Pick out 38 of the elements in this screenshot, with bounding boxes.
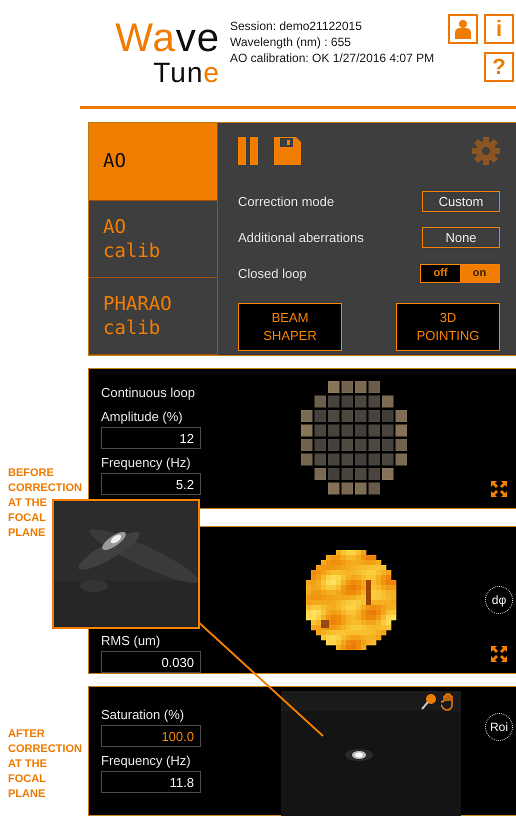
- field-label: Saturation (%): [101, 707, 184, 722]
- field-label: Frequency (Hz): [101, 455, 191, 470]
- input-field[interactable]: 11.8: [101, 771, 201, 793]
- session-info: AO calibration: OK 1/27/2016 4:07 PM: [230, 50, 436, 66]
- annotation-text: AFTER CORRECTION AT THE FOCAL PLANE: [8, 727, 80, 802]
- field-label: Amplitude (%): [101, 409, 183, 424]
- tab[interactable]: PHARAO calib: [89, 278, 218, 356]
- input-field[interactable]: 12: [101, 427, 201, 450]
- session-info: Wavelength (nm) : 655: [230, 34, 352, 50]
- expand-icon[interactable]: [490, 645, 508, 663]
- pause-icon[interactable]: [238, 137, 260, 166]
- field-label: RMS (um): [101, 633, 160, 648]
- input-field[interactable]: 5.2: [101, 473, 201, 496]
- tab[interactable]: AO: [89, 123, 218, 201]
- expand-icon[interactable]: [490, 480, 508, 498]
- session-info: Session: demo21122015: [230, 18, 363, 34]
- dropdown[interactable]: Custom: [422, 190, 500, 212]
- field-label: Frequency (Hz): [101, 753, 191, 768]
- setting-label: Additional aberrations: [238, 230, 364, 245]
- person-icon: [454, 19, 472, 39]
- panel-title: Continuous loop: [101, 385, 195, 400]
- roi-button[interactable]: Roi: [485, 713, 513, 741]
- logo-text: Tune: [153, 58, 220, 88]
- setting-label: Correction mode: [238, 194, 334, 209]
- input-field[interactable]: 100.0: [101, 725, 201, 747]
- dropdown[interactable]: None: [422, 226, 500, 248]
- setting-label: Closed loop: [238, 266, 307, 281]
- logo-text: Wave: [115, 18, 220, 58]
- tab[interactable]: AO calib: [89, 200, 218, 278]
- save-icon[interactable]: [274, 137, 301, 166]
- zoom-icon[interactable]: [421, 693, 437, 711]
- action-button[interactable]: BEAM SHAPER: [238, 303, 342, 352]
- action-button[interactable]: 3D POINTING: [396, 303, 500, 352]
- toggle-switch[interactable]: off on: [420, 264, 500, 283]
- user-button[interactable]: [448, 14, 478, 44]
- phase-button[interactable]: dφ: [485, 586, 513, 614]
- input-field[interactable]: 0.030: [101, 651, 201, 673]
- annotation-text: BEFORE CORRECTION AT THE FOCAL PLANE: [8, 466, 80, 541]
